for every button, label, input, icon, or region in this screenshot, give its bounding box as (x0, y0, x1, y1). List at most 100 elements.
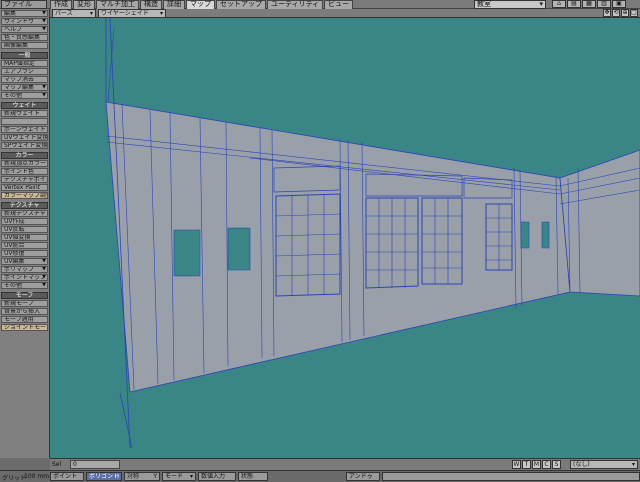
tab-2[interactable]: マルチ加工 (96, 0, 139, 9)
tab-7[interactable]: ユーティリティ (267, 0, 324, 9)
home-icon[interactable]: ⌂ (552, 0, 566, 8)
toolbar-item[interactable]: ポリマップ ▼ (1, 266, 48, 273)
toolbar-item-label: マップ消去 (4, 76, 35, 83)
bottom-bar: グリッド 100 mm ポイント ポリゴン H 対称 Y モード ▾ 数値入力 状態 … (0, 470, 640, 482)
point-mode-button[interactable]: ポイント (50, 472, 84, 481)
hotkey-label: H (114, 473, 119, 480)
view-mode-button[interactable]: C (542, 460, 551, 469)
toolbar-item[interactable]: ヘルプ ▼ (1, 26, 48, 33)
tools-icon[interactable]: ▥ (597, 0, 611, 8)
tab-8[interactable]: ビュー (324, 0, 354, 9)
numeric-button[interactable]: 数値入力 (198, 472, 236, 481)
toolbar-item-label: 新規頂点カラー (4, 160, 47, 167)
toolbar-item[interactable]: ポイントマップ ▼ (1, 274, 48, 281)
toolbar-item[interactable]: ジョイントモーフ作成 (1, 324, 48, 331)
tab-0[interactable]: 作成 (50, 0, 72, 9)
tab-4[interactable]: 詳細 (163, 0, 185, 9)
file-menu-label: ファイル (4, 0, 32, 8)
toolbar-item[interactable]: その他 ▼ (1, 282, 48, 289)
toolbar-item-label: ポイント色 (4, 168, 35, 175)
toolbar-item[interactable]: 背景から挿入 (1, 308, 48, 315)
toolbar-item-label: カラーマップ調整 (4, 192, 48, 199)
toolbar-item[interactable]: 色・質感編集 (1, 34, 48, 41)
toolbar-item[interactable]: MAP値指定 (1, 60, 48, 67)
chevron-down-icon: ▼ (42, 266, 46, 272)
scene-name: 教室 (477, 0, 491, 8)
toolbar-item[interactable]: UV修復 (1, 250, 48, 257)
zoom-icon[interactable]: ⊕ (621, 9, 629, 17)
tab-1[interactable]: 変形 (73, 0, 95, 9)
toolbar-item[interactable]: ボーンウェイト (1, 126, 48, 133)
view-mode-button[interactable]: T (522, 460, 531, 469)
toolbar-item[interactable]: UV編集 ▼ (1, 258, 48, 265)
view-mode-button[interactable]: S (552, 460, 561, 469)
chevron-down-icon: ▼ (42, 92, 46, 98)
toolbar-item-label: UV反転 (4, 226, 25, 233)
toolbar-section-header: 一般 (1, 52, 48, 59)
wall-opening (541, 221, 550, 249)
tab-6[interactable]: セットアップ (216, 0, 266, 9)
projection-select[interactable]: パース ▾ (52, 9, 96, 18)
toolbar-item-label: 新規ウェイト (4, 110, 41, 117)
toolbar-item[interactable]: SPウェイト変換 (1, 142, 48, 149)
view-mode-button[interactable]: M (532, 460, 541, 469)
toolbar-item[interactable]: マップ編集 ▼ (1, 84, 48, 91)
toolbar-item[interactable]: UV反転 (1, 226, 48, 233)
rotate-icon[interactable]: ⟲ (612, 9, 620, 17)
layers-icon[interactable]: ▤ (567, 0, 581, 8)
toolbar-item[interactable]: UVウェイト変換 (1, 134, 48, 141)
chevron-down-icon: ▼ (42, 84, 46, 90)
toolbar-section-header: ウェイト (1, 102, 48, 109)
toolbar-item[interactable]: 新規テクスチャ (1, 210, 48, 217)
toolbar-item[interactable]: カラーマップ調整 (1, 192, 48, 199)
tab-5[interactable]: マップ (186, 0, 215, 9)
tab-3[interactable]: 構造 (140, 0, 162, 9)
toolbar-item[interactable]: テクスチャポイント (1, 176, 48, 183)
toolbar-item-label: 画像編集 (4, 42, 29, 49)
shading-select[interactable]: ワイヤーシェイド ▾ (98, 9, 166, 18)
toolbar-item-label: ポリマップ (4, 266, 35, 273)
toolbar-item[interactable]: 新規ウェイト (1, 110, 48, 117)
point-mode-label: ポイント (53, 473, 78, 480)
chevron-down-icon: ▼ (42, 274, 46, 280)
toolbar-item-label: マップ編集 (4, 84, 35, 91)
toolbar-item-label: テクスチャポイント (4, 176, 47, 183)
toolbar-item[interactable]: UV値変換 (1, 234, 48, 241)
toolbar-item[interactable]: ウィンドウ ▼ (1, 18, 48, 25)
chevron-down-icon: ▼ (42, 258, 46, 264)
undo-button[interactable]: アンドゥ (346, 472, 380, 481)
maximize-icon[interactable]: □ (630, 9, 638, 17)
toolbar-item-label: ジョイントモーフ作成 (4, 324, 47, 331)
symmetry-button[interactable]: 対称 Y (124, 472, 160, 481)
state-button[interactable]: 状態 (238, 472, 268, 481)
toolbar-item[interactable]: エアブラシ (1, 68, 48, 75)
view-mode-button[interactable]: W (512, 460, 521, 469)
view-icon[interactable]: ▦ (582, 0, 596, 8)
file-menu-button[interactable]: ファイル (1, 0, 47, 9)
toolbar-item[interactable]: 新規頂点カラー (1, 160, 48, 167)
toolbar-item[interactable]: 画像編集 (1, 42, 48, 49)
layer-select[interactable]: (なし) ▾ (570, 460, 638, 469)
toolbar-item[interactable]: マップ消去 (1, 76, 48, 83)
3d-viewport[interactable] (50, 18, 640, 458)
toolbar-item[interactable] (1, 118, 48, 125)
wall-opening (520, 221, 530, 249)
toolbar-item[interactable]: Vertex Paint (1, 184, 48, 191)
mode-select[interactable]: モード ▾ (162, 472, 196, 481)
toolbar-item[interactable]: 新規モーフ (1, 300, 48, 307)
toolbar-item[interactable]: UV統合 (1, 242, 48, 249)
scene-select[interactable]: 教室 ▾ (474, 0, 546, 9)
toolbar-item-label: その他 (4, 282, 23, 289)
toolbar-item[interactable]: ポイント色 (1, 168, 48, 175)
settings-icon[interactable]: ▣ (612, 0, 626, 8)
polygon-mode-button[interactable]: ポリゴン H (86, 472, 122, 481)
toolbar-item-label: モーフ適用 (4, 316, 34, 323)
toolbar-item[interactable]: その他 ▼ (1, 92, 48, 99)
move-icon[interactable]: ✥ (603, 9, 611, 17)
toolbar-item[interactable]: UV作成 (1, 218, 48, 225)
toolbar-item[interactable]: 編集 ▼ (1, 10, 48, 17)
layer-name: (なし) (573, 461, 590, 468)
left-toolbar: 編集 ▼ ウィンドウ ▼ ヘルプ ▼ 色・質感編集 画像編集一般 MAP値指定 エアブラシ マップ消… (0, 9, 50, 458)
tab-bar: 作成 変形 マルチ加工 構造 詳細 マップ セットアップ ユーティリティ ビュー (50, 0, 354, 9)
toolbar-item[interactable]: モーフ適用 (1, 316, 48, 323)
